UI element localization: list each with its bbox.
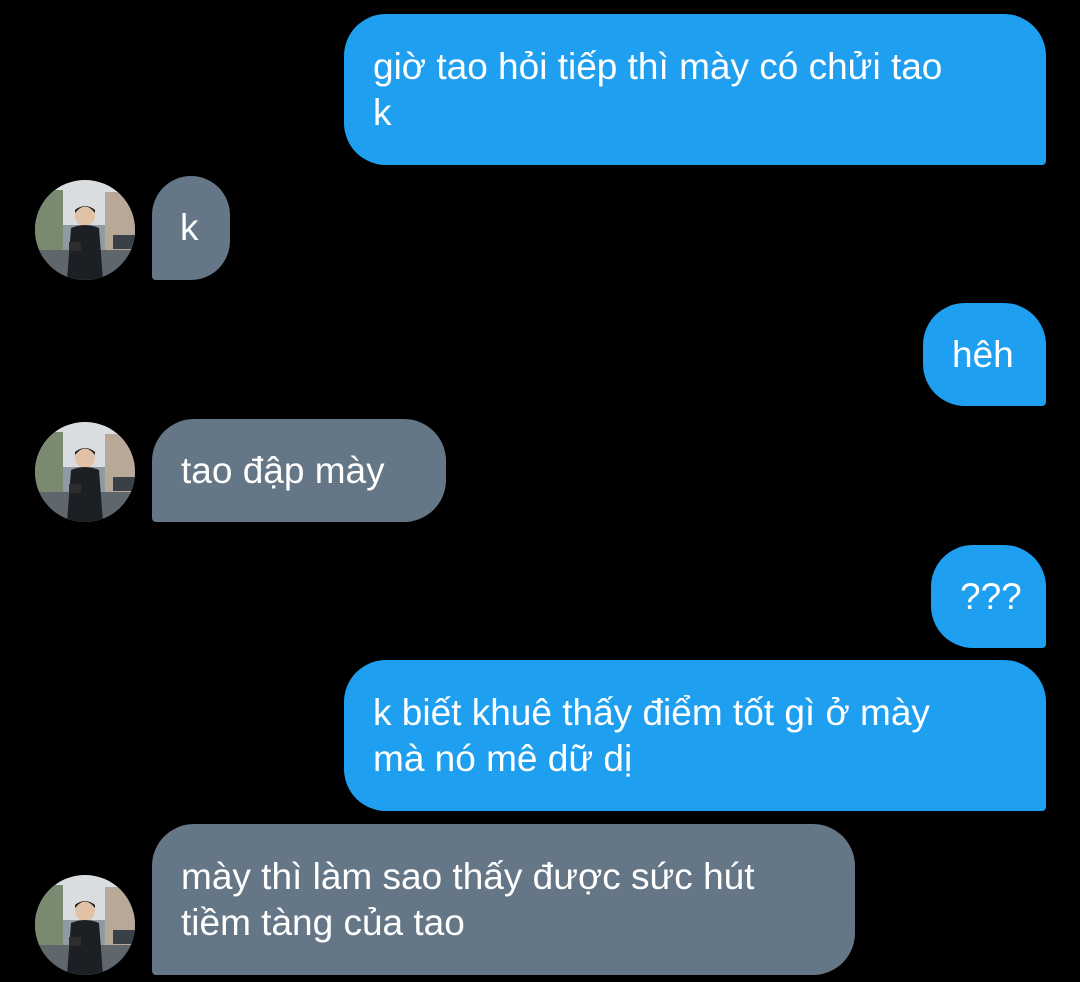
message-bubble-received[interactable]: k <box>152 176 230 280</box>
message-bubble-sent[interactable]: ??? <box>931 545 1046 648</box>
message-bubble-received[interactable]: mày thì làm sao thấy được sức hút tiềm t… <box>152 824 855 975</box>
person-photo-avatar-icon <box>35 875 135 975</box>
contact-avatar[interactable] <box>35 875 135 975</box>
contact-avatar[interactable] <box>35 422 135 522</box>
message-bubble-sent[interactable]: hêh <box>923 303 1046 406</box>
person-photo-avatar-icon <box>35 180 135 280</box>
message-bubble-sent[interactable]: giờ tao hỏi tiếp thì mày có chửi tao k <box>344 14 1046 165</box>
message-bubble-sent[interactable]: k biết khuê thấy điểm tốt gì ở mày mà nó… <box>344 660 1046 811</box>
person-photo-avatar-icon <box>35 422 135 522</box>
contact-avatar[interactable] <box>35 180 135 280</box>
message-bubble-received[interactable]: tao đập mày <box>152 419 446 522</box>
